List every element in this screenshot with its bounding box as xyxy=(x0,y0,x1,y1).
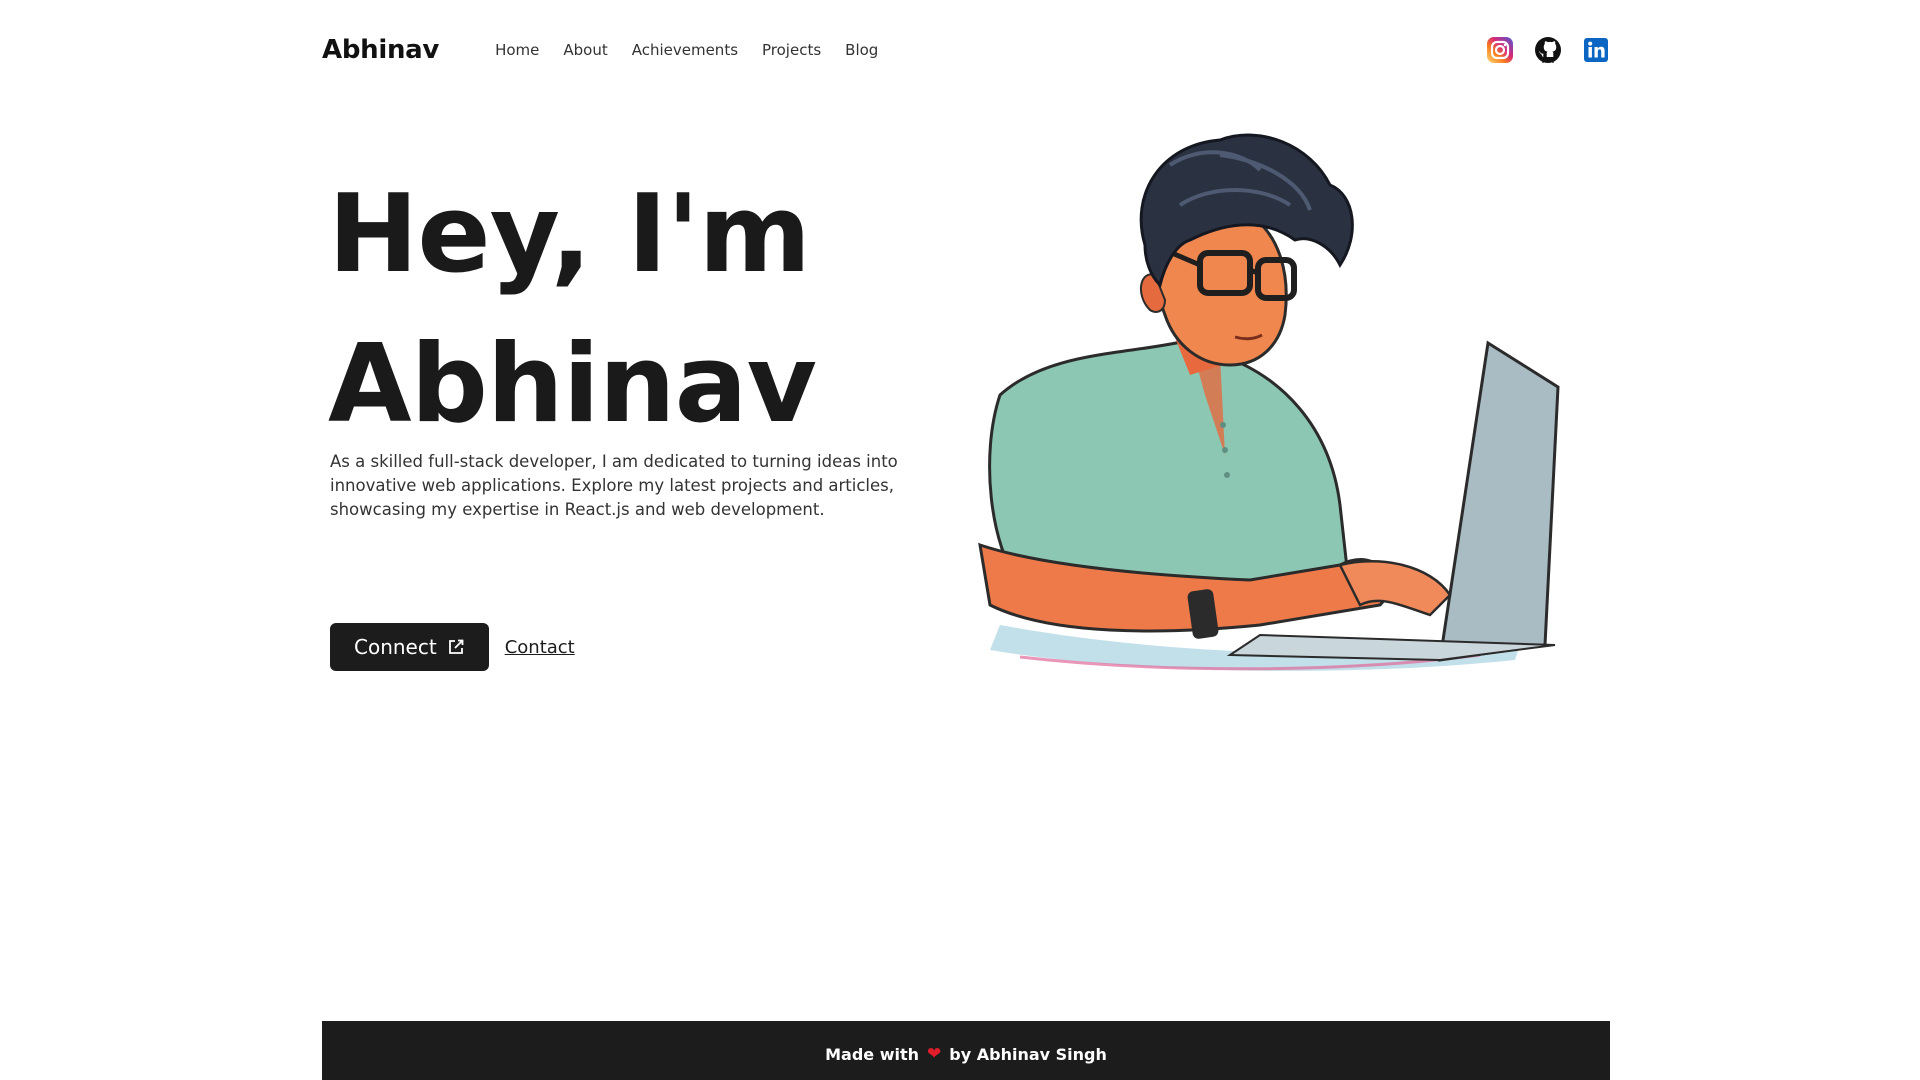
social-links xyxy=(1486,36,1610,64)
instagram-icon[interactable] xyxy=(1486,36,1514,64)
linkedin-icon[interactable] xyxy=(1582,36,1610,64)
connect-button[interactable]: Connect xyxy=(330,623,489,671)
nav-achievements[interactable]: Achievements xyxy=(632,41,738,59)
heart-icon: ❤ xyxy=(927,1044,942,1064)
nav-about[interactable]: About xyxy=(563,41,607,59)
footer-author: by Abhinav Singh xyxy=(949,1044,1107,1064)
hero-title-line2: Abhinav xyxy=(328,322,817,447)
hero-title: Hey, I'm Abhinav xyxy=(328,160,817,460)
hero-description: As a skilled full-stack developer, I am … xyxy=(330,452,898,519)
github-icon[interactable] xyxy=(1534,36,1562,64)
nav-projects[interactable]: Projects xyxy=(762,41,821,59)
cta-row: Connect Contact xyxy=(330,623,575,671)
external-link-icon xyxy=(448,639,464,654)
site-footer: Made with ❤ by Abhinav Singh xyxy=(322,1021,1610,1080)
nav-blog[interactable]: Blog xyxy=(845,41,878,59)
developer-illustration xyxy=(978,133,1560,671)
brand-logo[interactable]: Abhinav xyxy=(322,35,439,65)
main-nav: Home About Achievements Projects Blog xyxy=(495,41,878,59)
page: Abhinav Home About Achievements Projects… xyxy=(0,0,1920,1080)
footer-made-with: Made with xyxy=(825,1044,920,1064)
hero-title-line1: Hey, I'm xyxy=(328,172,811,297)
site-header: Abhinav Home About Achievements Projects… xyxy=(322,30,1610,70)
nav-home[interactable]: Home xyxy=(495,41,539,59)
contact-link[interactable]: Contact xyxy=(505,637,575,658)
connect-button-label: Connect xyxy=(354,635,437,659)
